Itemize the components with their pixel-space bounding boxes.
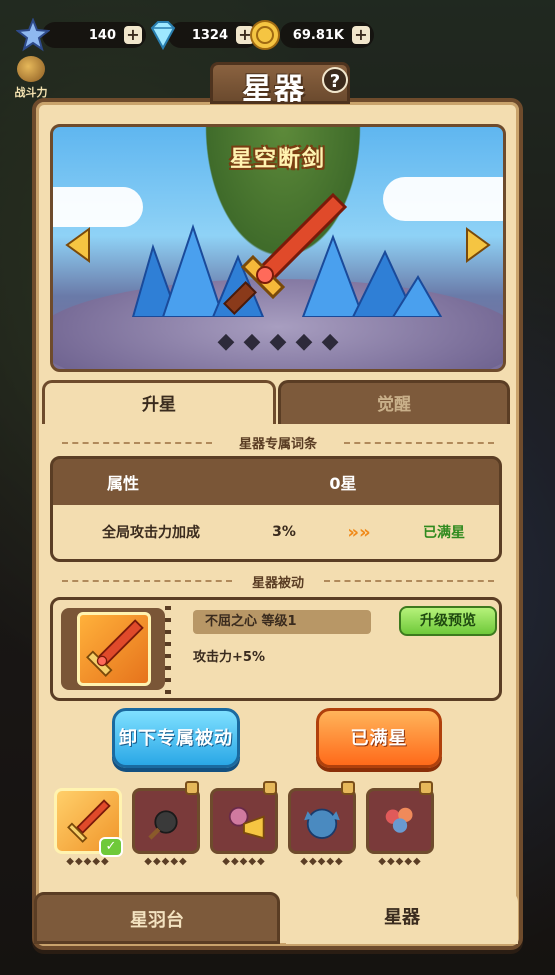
star-currency-value: 140 (88, 27, 116, 43)
dotted-separator (165, 606, 171, 694)
star-slot-icon: ◆ (243, 329, 261, 354)
item-name: 星空断剑 (229, 147, 326, 172)
skill-name: 不屈之心 等级1 (193, 610, 371, 634)
tab-upgrade-star[interactable]: 升星 (42, 380, 276, 424)
attribute-name: 全局攻击力加成 (102, 525, 200, 541)
passive-skill-icon[interactable] (77, 612, 151, 686)
add-star-button[interactable]: + (124, 26, 142, 44)
slot-star-rating: ◆◆◆◆◆ (300, 856, 344, 867)
sword-icon (223, 192, 348, 315)
lock-icon (263, 781, 277, 795)
attribute-table-header: 属性 0星 (53, 459, 499, 505)
slot-star-rating: ◆◆◆◆◆ (378, 856, 422, 867)
help-icon[interactable]: ? (322, 67, 348, 93)
star-slot-icon: ◆ (217, 329, 235, 354)
equipped-check-icon: ✓ (99, 837, 123, 857)
item-slot-trumpet[interactable] (210, 781, 278, 854)
lock-icon (185, 781, 199, 795)
slot-star-rating: ◆◆◆◆◆ (144, 856, 188, 867)
currency-bar: 140 + 1324 + 69.81K + (16, 18, 537, 52)
tab-awaken[interactable]: 觉醒 (278, 380, 510, 424)
maxed-star-button[interactable]: 已满星 (316, 708, 442, 768)
diamond-currency-value: 1324 (191, 27, 228, 43)
tab-star-item[interactable]: 星器 (286, 892, 518, 944)
page-title: 星器 (242, 72, 306, 107)
gold-coin-icon (250, 20, 280, 50)
attribute-value: 3% (272, 524, 296, 540)
prev-arrow-icon[interactable] (63, 227, 93, 263)
item-slot-sword[interactable]: ✓ (54, 788, 123, 857)
slot-star-rating: ◆◆◆◆◆ (222, 856, 266, 867)
slot-star-rating: ◆◆◆◆◆ (66, 856, 110, 867)
attribute-table: 属性 0星 全局攻击力加成 3% »» 已满星 (50, 456, 502, 562)
passive-skill-card: 不屈之心 等级1 攻击力+5% 升级预览 (50, 597, 502, 701)
upgrade-preview-button[interactable]: 升级预览 (399, 606, 497, 636)
trumpet-icon (228, 806, 265, 840)
star-rating: ◆ ◆ ◆ ◆ ◆ (53, 329, 503, 354)
combat-power-icon (17, 56, 45, 82)
unequip-passive-button[interactable]: 卸下专属被动 (112, 708, 240, 768)
item-slot-bouquet[interactable] (366, 781, 434, 854)
lock-icon (341, 781, 355, 795)
star-slot-icon: ◆ (321, 329, 339, 354)
item-showcase: 星空断剑 ◆ ◆ ◆ ◆ ◆ (50, 124, 506, 372)
gold-currency: 69.81K + (280, 22, 374, 48)
star-header: 0星 (329, 474, 357, 493)
passive-section-title: 星器被动 (251, 576, 304, 591)
diamond-icon (150, 21, 176, 51)
item-slot-spiked-mace[interactable] (132, 781, 200, 854)
tab-star-platform[interactable]: 星羽台 (34, 892, 280, 944)
attribute-header: 属性 (106, 474, 139, 493)
table-row: 全局攻击力加成 3% »» 已满星 (53, 505, 499, 559)
skill-description: 攻击力+5% (193, 650, 265, 665)
sword-icon (86, 619, 144, 677)
maxed-status: 已满星 (423, 525, 465, 541)
upgrade-arrows-icon: »» (347, 521, 371, 543)
bouquet-icon (385, 807, 413, 833)
spiky-creature-icon (304, 808, 340, 839)
gold-currency-value: 69.81K (292, 27, 344, 43)
passive-icon-frame (61, 608, 165, 690)
star-slot-icon: ◆ (295, 329, 313, 354)
star-slot-icon: ◆ (269, 329, 287, 354)
diamond-currency: 1324 + (168, 22, 258, 48)
spiked-mace-icon (148, 810, 178, 840)
lock-icon (419, 781, 433, 795)
add-gold-button[interactable]: + (352, 26, 370, 44)
item-slot-spiky-creature[interactable] (288, 781, 356, 854)
exclusive-section-title: 星器专属词条 (238, 437, 317, 452)
next-arrow-icon[interactable] (463, 227, 493, 263)
star-icon (16, 18, 50, 52)
star-currency: 140 + (42, 22, 146, 48)
